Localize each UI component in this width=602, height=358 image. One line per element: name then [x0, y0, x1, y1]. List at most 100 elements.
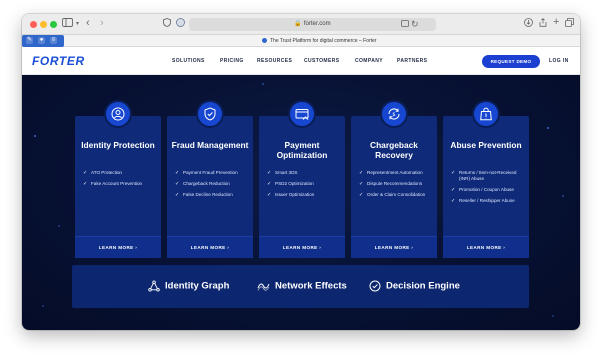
pinned-tab-icon[interactable]: ● [38, 37, 45, 44]
nav-link-pricing[interactable]: PRICING [220, 58, 244, 64]
forward-icon[interactable]: › [100, 17, 104, 29]
learn-more-button[interactable]: LEARN MORE › [167, 236, 253, 258]
learn-more-button[interactable]: LEARN MORE › [443, 236, 529, 258]
star-decoration [34, 135, 36, 137]
list-item-label: Reseller / Reshipper Abuse [459, 198, 515, 203]
list-item-label: Issuer Optimization [275, 192, 315, 197]
translate-icon[interactable] [176, 18, 185, 30]
pinned-tab-icon[interactable]: ✎ [26, 37, 33, 44]
card-feature-list: ✓ Representment Automation ✓ Dispute Recom… [359, 170, 435, 203]
lock-icon: 🔒 [294, 21, 302, 27]
new-tab-icon[interactable]: + [553, 16, 559, 28]
list-item-label: Returns / Item-not-Received (INR) Abuse [459, 170, 517, 181]
card-feature-list: ✓ Smart 3DS ✓ PSD2 Optimization ✓ Issuer Op… [267, 170, 343, 203]
solution-card-identity-protection[interactable]: Identity Protection ✓ ATO Protection ✓ Fak… [75, 102, 161, 258]
card-feature-list: ✓ ATO Protection ✓ Fake Account Prevention [83, 170, 159, 192]
refresh-dollar-icon: $ [382, 102, 406, 126]
list-item: ✓ Dispute Recommendations [359, 181, 435, 187]
request-demo-button[interactable]: REQUEST DEMO [482, 55, 540, 68]
list-item: ✓ ATO Protection [83, 170, 159, 176]
star-decoration [562, 195, 564, 197]
shield-icon [198, 102, 222, 126]
feature-label: Network Effects [275, 280, 347, 292]
zoom-window-button[interactable] [50, 21, 57, 28]
login-link[interactable]: LOG IN [549, 58, 569, 64]
list-item-label: Representment Automation [367, 170, 423, 175]
feature-label: Identity Graph [165, 280, 230, 292]
nav-link-partners[interactable]: PARTNERS [397, 58, 427, 64]
feature-decision-engine[interactable]: Decision Engine [369, 280, 460, 293]
favicon-icon [262, 38, 267, 44]
card-title: Payment Optimization [276, 140, 328, 160]
feature-label: Decision Engine [386, 280, 460, 292]
list-item: ✓ Promotion / Coupon Abuse [451, 187, 527, 193]
feature-identity-graph[interactable]: Identity Graph [148, 280, 229, 293]
solution-card-abuse-prevention[interactable]: Abuse Prevention ✓ Returns / Item-not-Rec… [443, 102, 529, 258]
check-icon: ✓ [267, 170, 272, 176]
solution-card-chargeback-recovery[interactable]: $ Chargeback Recovery ✓ Representment Aut… [351, 102, 437, 258]
card-icon [290, 102, 314, 126]
list-item: ✓ Order & Claim Consolidation [359, 192, 435, 198]
check-icon: ✓ [451, 170, 456, 176]
tab-active-title[interactable]: The Trust Platform for digital commerce … [262, 37, 376, 45]
star-decoration [42, 305, 44, 307]
check-icon: ✓ [83, 170, 88, 176]
nav-link-company[interactable]: COMPANY [355, 58, 383, 64]
check-icon: ✓ [451, 198, 456, 204]
card-feature-list: ✓ Returns / Item-not-Received (INR) Abuse… [451, 170, 527, 209]
nav-link-solutions[interactable]: SOLUTIONS [172, 58, 205, 64]
tab-bar: ✎ ● ≡ The Trust Platform for digital com… [22, 35, 580, 47]
list-item: ✓ Issuer Optimization [267, 192, 343, 198]
reload-icon[interactable]: ↻ [411, 18, 419, 30]
solution-card-payment-optimization[interactable]: Payment Optimization ✓ Smart 3DS ✓ PSD2 Op… [259, 102, 345, 258]
list-item: ✓ Chargeback Reduction [175, 181, 251, 187]
tab-title-text: The Trust Platform for digital commerce … [270, 38, 377, 44]
check-icon: ✓ [83, 181, 88, 187]
check-icon: ✓ [267, 192, 272, 198]
list-item-label: Promotion / Coupon Abuse [459, 187, 514, 192]
list-item-label: Payment Fraud Prevention [183, 170, 238, 175]
check-icon: ✓ [175, 181, 180, 187]
learn-more-button[interactable]: LEARN MORE › [75, 236, 161, 258]
nav-link-customers[interactable]: CUSTOMERS [304, 58, 339, 64]
close-window-button[interactable] [30, 21, 37, 28]
tabs-overview-icon[interactable] [565, 18, 574, 30]
solution-card-fraud-management[interactable]: Fraud Management ✓ Payment Fraud Preventi… [167, 102, 253, 258]
star-decoration [58, 225, 60, 227]
list-item: ✓ Fake Account Prevention [83, 181, 159, 187]
minimize-window-button[interactable] [40, 21, 47, 28]
shield-icon[interactable] [163, 18, 171, 30]
reader-icon[interactable] [401, 18, 409, 30]
list-item: ✓ False Decline Reduction [175, 192, 251, 198]
list-item-label: Order & Claim Consolidation [367, 192, 426, 197]
user-icon [106, 102, 130, 126]
sidebar-icon[interactable] [62, 18, 73, 30]
star-decoration [262, 83, 264, 85]
check-icon: ✓ [451, 187, 456, 193]
pinned-tabs-group[interactable]: ✎ ● ≡ [22, 35, 64, 47]
feature-network-effects[interactable]: Network Effects [257, 280, 347, 293]
learn-more-button[interactable]: LEARN MORE › [259, 236, 345, 258]
list-item-label: Chargeback Reduction [183, 181, 230, 186]
check-icon: ✓ [267, 181, 272, 187]
share-icon[interactable] [539, 18, 547, 30]
list-item-label: False Decline Reduction [183, 192, 233, 197]
chevron-down-icon[interactable]: ▾ [76, 18, 79, 30]
browser-toolbar: ▾ ‹ › 🔒 forter.com ↻ + [22, 14, 580, 35]
url-bar[interactable]: 🔒 forter.com [189, 18, 436, 31]
forter-logo[interactable]: FORTER [32, 54, 85, 68]
wave-icon [257, 283, 270, 291]
star-decoration [547, 127, 549, 129]
pinned-tab-icon[interactable]: ≡ [50, 37, 57, 44]
download-icon[interactable] [524, 18, 533, 30]
learn-more-button[interactable]: LEARN MORE › [351, 236, 437, 258]
card-title: Chargeback Recovery [370, 140, 418, 160]
back-icon[interactable]: ‹ [86, 17, 90, 29]
browser-window: ▾ ‹ › 🔒 forter.com ↻ + ✎ ● ≡ The Trust P… [22, 14, 580, 330]
check-icon: ✓ [175, 192, 180, 198]
nav-link-resources[interactable]: RESOURCES [257, 58, 292, 64]
hero-section: Identity Protection ✓ ATO Protection ✓ Fak… [22, 75, 580, 330]
graph-icon [148, 280, 160, 292]
check-icon: ✓ [359, 192, 364, 198]
site-header: FORTER SOLUTIONS PRICING RESOURCES CUSTO… [22, 47, 580, 75]
